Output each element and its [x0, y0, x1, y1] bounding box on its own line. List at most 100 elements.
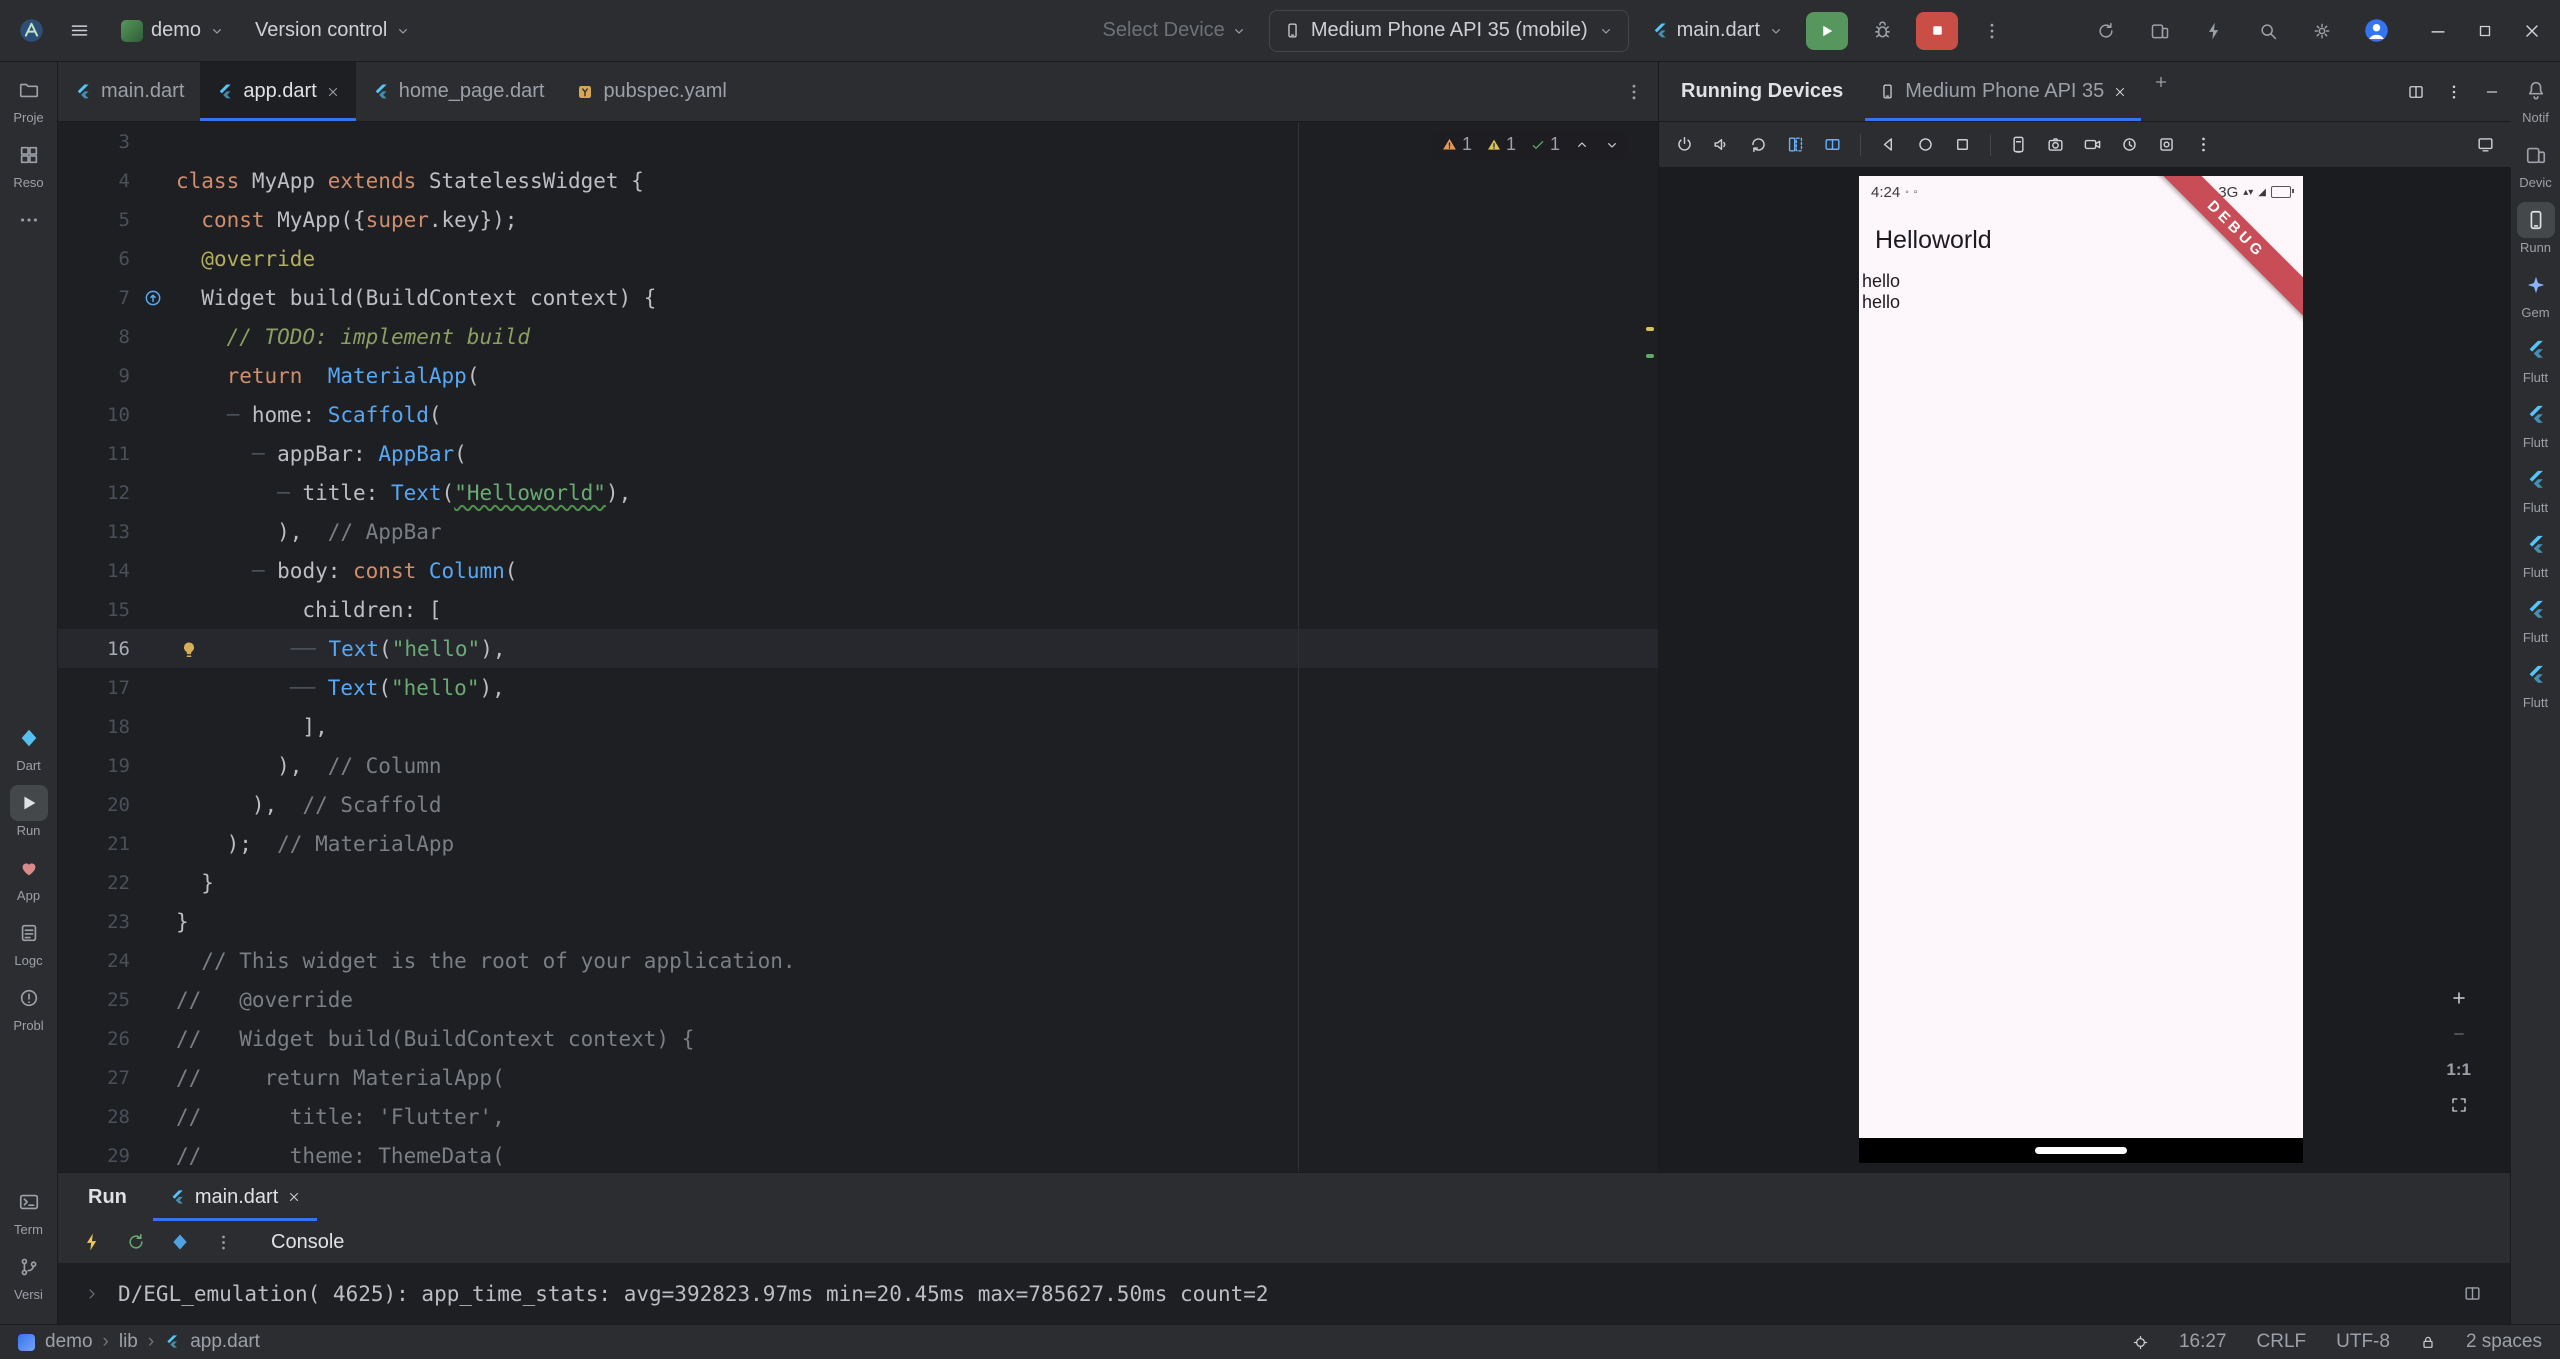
settings-button-icon[interactable]	[2157, 135, 2176, 154]
sidebar-item-app-quality-insights[interactable]: App	[3, 850, 55, 903]
hide-panel-icon[interactable]	[2483, 83, 2501, 101]
fold-chevron-icon[interactable]	[84, 1286, 100, 1302]
device-tab[interactable]: Medium Phone API 35	[1865, 62, 2142, 121]
device-selector[interactable]: Medium Phone API 35 (mobile)	[1268, 9, 1629, 52]
fold-button-icon[interactable]	[1786, 135, 1805, 154]
tab-app-dart[interactable]: app.dart	[200, 62, 357, 121]
close-button[interactable]	[2522, 21, 2542, 41]
ok-badge[interactable]: 1	[1530, 134, 1560, 155]
vcs-widget[interactable]: Version control	[247, 13, 419, 48]
search-icon[interactable]	[2248, 11, 2288, 51]
settings-gear-icon[interactable]	[2302, 11, 2342, 51]
next-issue-icon[interactable]	[1604, 137, 1620, 153]
sidebar-item-version-control[interactable]: Versi	[3, 1249, 55, 1302]
run-config-selector[interactable]: main.dart	[1643, 13, 1792, 48]
code-line[interactable]: 24 // This widget is the root of your ap…	[58, 941, 1658, 980]
snapshots-button-icon[interactable]	[2120, 135, 2139, 154]
code-line[interactable]: 29 // theme: ThemeData(	[58, 1136, 1658, 1172]
posture-button-icon[interactable]	[1823, 135, 1842, 154]
run-tab[interactable]: main.dart	[152, 1173, 318, 1221]
sidebar-item-gemini[interactable]: Gem	[2510, 267, 2560, 320]
sidebar-item-dart-analysis[interactable]: Dart	[3, 720, 55, 773]
code-line[interactable]: 5 const MyApp({super.key});	[58, 200, 1658, 239]
weak-warnings-badge[interactable]: 1	[1486, 134, 1516, 155]
breadcrumb-folder[interactable]: lib	[119, 1331, 138, 1353]
phone-nav-bar[interactable]	[1859, 1138, 2303, 1163]
stop-button[interactable]	[1916, 11, 1958, 50]
rotate-button-icon[interactable]	[1749, 135, 1768, 154]
tab-pubspec-yaml[interactable]: pubspec.yaml	[560, 62, 742, 121]
minimize-button[interactable]	[2428, 21, 2448, 41]
back-button-icon[interactable]	[1879, 135, 1898, 154]
tab-home_page-dart[interactable]: home_page.dart	[356, 62, 561, 121]
status-indicator-icon[interactable]	[2132, 1334, 2149, 1351]
code-line[interactable]: 15 children: [	[58, 590, 1658, 629]
gradle-sync-icon[interactable]	[2086, 11, 2126, 51]
zoom-in-icon[interactable]	[2449, 988, 2469, 1008]
console-output[interactable]: D/EGL_emulation( 4625): app_time_stats: …	[58, 1263, 2510, 1324]
device-manager-icon[interactable]	[2140, 11, 2180, 51]
fit-to-window-icon[interactable]	[2450, 1096, 2468, 1114]
project-selector[interactable]: demo	[113, 13, 233, 48]
code-line[interactable]: 13 ), // AppBar	[58, 512, 1658, 551]
maximize-button[interactable]	[2476, 22, 2494, 40]
zoom-out-icon[interactable]	[2449, 1024, 2469, 1044]
warnings-badge[interactable]: 1	[1441, 134, 1472, 155]
dart-devtools-icon[interactable]	[170, 1232, 190, 1252]
code-line[interactable]: 8 // TODO: implement build	[58, 317, 1658, 356]
breadcrumb-project[interactable]: demo	[45, 1331, 93, 1353]
code-line[interactable]: 20 ), // Scaffold	[58, 785, 1658, 824]
more-actions-button[interactable]	[1972, 11, 2012, 51]
code-line[interactable]: 28 // title: 'Flutter',	[58, 1097, 1658, 1136]
console-tab[interactable]: Console	[271, 1231, 344, 1254]
code-line[interactable]: 7 Widget build(BuildContext context) {	[58, 278, 1658, 317]
sidebar-item-resource-manager[interactable]: Reso	[3, 137, 55, 190]
scrollbar-ok-mark[interactable]	[1646, 354, 1654, 358]
code-line[interactable]: 19 ), // Column	[58, 746, 1658, 785]
apply-changes-icon[interactable]	[2194, 11, 2234, 51]
code-line[interactable]: 23}	[58, 902, 1658, 941]
console-layout-icon[interactable]	[2463, 1284, 2482, 1303]
line-separator[interactable]: CRLF	[2257, 1331, 2307, 1353]
more-options-icon[interactable]	[214, 1233, 233, 1252]
sidebar-item-device-manager[interactable]: Devic	[2510, 137, 2560, 190]
file-encoding[interactable]: UTF-8	[2336, 1331, 2390, 1353]
code-line[interactable]: 12 ─ title: Text("Helloworld"),	[58, 473, 1658, 512]
sidebar-item-running-devices[interactable]: Runn	[2510, 202, 2560, 255]
code-line[interactable]: 25 // @override	[58, 980, 1658, 1019]
screenshot-button-icon[interactable]	[2009, 135, 2028, 154]
code-line[interactable]: 10 ─ home: Scaffold(	[58, 395, 1658, 434]
sidebar-item-flutter-tool-4[interactable]: Flutt	[2510, 527, 2560, 580]
more-options-icon[interactable]	[2445, 83, 2463, 101]
emulator-screen[interactable]: 4:24 ◦ ▫ 3G ▴▾ ◢ Helloworld hello hello …	[1859, 176, 2303, 1163]
add-device-tab-button[interactable]	[2141, 62, 2181, 102]
code-line[interactable]: 6 @override	[58, 239, 1658, 278]
code-line[interactable]: 26 // Widget build(BuildContext context) …	[58, 1019, 1658, 1058]
sidebar-item-flutter-tool-2[interactable]: Flutt	[2510, 397, 2560, 450]
avatar[interactable]	[2356, 11, 2396, 51]
sidebar-item-terminal[interactable]: Term	[3, 1184, 55, 1237]
prev-issue-icon[interactable]	[1574, 137, 1590, 153]
sidebar-item-project[interactable]: Proje	[3, 72, 55, 125]
code-line[interactable]: 18 ],	[58, 707, 1658, 746]
override-gutter-icon[interactable]	[130, 288, 176, 308]
sidebar-item-flutter-tool-6[interactable]: Flutt	[2510, 657, 2560, 710]
zoom-reset-button[interactable]: 1:1	[2446, 1060, 2471, 1080]
sidebar-item-run[interactable]: Run	[3, 785, 55, 838]
power-button-icon[interactable]	[1675, 135, 1694, 154]
code-line[interactable]: 22 }	[58, 863, 1658, 902]
close-icon[interactable]	[326, 85, 340, 99]
sidebar-item-notifications[interactable]: Notif	[2510, 72, 2560, 125]
caret-position[interactable]: 16:27	[2179, 1331, 2227, 1353]
readonly-lock-icon[interactable]	[2420, 1334, 2436, 1350]
close-icon[interactable]	[2113, 85, 2127, 99]
split-icon[interactable]	[2407, 83, 2425, 101]
code-line[interactable]: 3	[58, 122, 1658, 161]
record-button-icon[interactable]	[2083, 135, 2102, 154]
lightbulb-icon[interactable]	[176, 640, 202, 660]
sidebar-item-logcat[interactable]: Logc	[3, 915, 55, 968]
main-menu-button[interactable]	[59, 11, 99, 51]
sidebar-item-flutter-tool-3[interactable]: Flutt	[2510, 462, 2560, 515]
code-line[interactable]: 9 return MaterialApp(	[58, 356, 1658, 395]
code-line[interactable]: 4 class MyApp extends StatelessWidget {	[58, 161, 1658, 200]
